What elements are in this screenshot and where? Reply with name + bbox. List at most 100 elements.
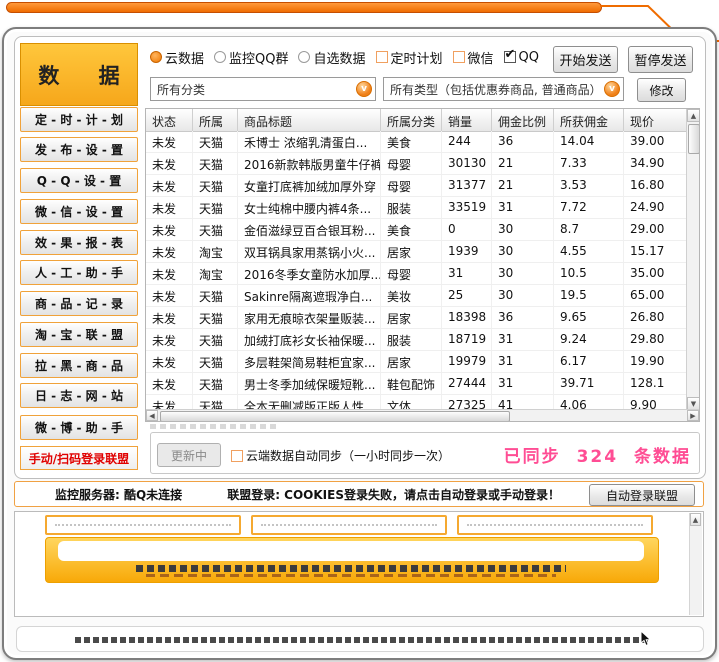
type-dropdown-value: 所有类型（包括优惠券商品, 普通商品）	[390, 82, 602, 97]
table-row[interactable]: 未发 天猫 女童打底裤加绒加厚外穿 母婴 31377 21 3.53 16.80	[146, 175, 688, 197]
table-cell: 31	[492, 329, 554, 350]
horizontal-scrollbar[interactable]: ◀ ▶	[146, 409, 699, 421]
checkbox-icon[interactable]	[452, 51, 465, 63]
table-cell: 文体	[381, 395, 442, 410]
table-row[interactable]: 未发 天猫 Sakinre隔离遮瑕净白... 美妆 25 30 19.5 65.00	[146, 285, 688, 307]
table-cell: 男士冬季加绒保暖短靴...	[238, 373, 381, 394]
table-row[interactable]: 未发 天猫 禾博士 浓缩乳清蛋白... 美食 244 36 14.04 39.00	[146, 131, 688, 153]
sidebar-item-product-record[interactable]: 商 - 品 - 记 - 录	[20, 291, 138, 316]
scroll-up-icon[interactable]: ▲	[690, 513, 701, 526]
table-cell: 30	[492, 263, 554, 284]
sidebar-item-effect-report[interactable]: 效 - 果 - 报 - 表	[20, 230, 138, 255]
column-header[interactable]: 状态	[146, 109, 193, 131]
table-cell: 天猫	[193, 329, 238, 350]
radio-label: 自选数据	[313, 51, 366, 67]
radio-monitor-qq-group[interactable]: 监控QQ群	[214, 48, 288, 67]
checkbox-label: 微信	[467, 51, 494, 67]
vertical-scrollbar[interactable]: ▲ ▼	[686, 109, 699, 410]
pause-send-button[interactable]: 暂停发送	[628, 46, 693, 73]
horizontal-scroll-thumb[interactable]	[160, 411, 510, 421]
checkbox-cloud-auto-sync[interactable]: 云端数据自动同步（一小时同步一次）	[231, 447, 450, 464]
table-cell: 29.80	[624, 329, 688, 350]
column-header[interactable]: 销量	[442, 109, 492, 131]
column-header[interactable]: 现价	[624, 109, 688, 131]
table-cell: 7.33	[554, 153, 624, 174]
title-bar[interactable]	[6, 2, 602, 13]
sidebar-item-publish-settings[interactable]: 发 - 布 - 设 - 置	[20, 137, 138, 162]
clipped-text-artifact	[150, 424, 280, 429]
table-row[interactable]: 未发 淘宝 2016冬季女童防水加厚... 母婴 31 30 10.5 35.00	[146, 263, 688, 285]
radio-custom-data[interactable]: 自选数据	[298, 48, 366, 67]
updating-button[interactable]: 更新中	[157, 443, 221, 467]
table-row[interactable]: 未发 天猫 男士冬季加绒保暖短靴... 鞋包配饰 27444 31 39.71 128.1	[146, 373, 688, 395]
table-row[interactable]: 未发 天猫 金佰滋绿豆百合银耳粉... 美食 0 30 8.7 29.00	[146, 219, 688, 241]
table-row[interactable]: 未发 天猫 多层鞋架简易鞋柜宜家... 居家 19979 31 6.17 19.90	[146, 351, 688, 373]
table-row[interactable]: 未发 天猫 全本无删减版正版人性... 文体 27325 41 4.06 9.90	[146, 395, 688, 410]
table-cell: 禾博士 浓缩乳清蛋白...	[238, 131, 381, 152]
table-cell: 31	[492, 351, 554, 372]
web-banner-card[interactable]	[457, 515, 653, 535]
checkbox-icon[interactable]	[503, 47, 516, 63]
scroll-left-icon[interactable]: ◀	[146, 410, 158, 421]
table-cell: 未发	[146, 131, 193, 152]
web-banner-card[interactable]	[251, 515, 447, 535]
table-cell: 30130	[442, 153, 492, 174]
table-cell: 未发	[146, 307, 193, 328]
table-cell: 天猫	[193, 219, 238, 240]
table-cell: 39.00	[624, 131, 688, 152]
table-row[interactable]: 未发 天猫 加绒打底衫女长袖保暖... 服装 18719 31 9.24 29.80	[146, 329, 688, 351]
sidebar-item-taobao-alliance[interactable]: 淘 - 宝 - 联 - 盟	[20, 322, 138, 347]
table-row[interactable]: 未发 天猫 女士纯棉中腰内裤4条... 服装 33519 31 7.72 24.90	[146, 197, 688, 219]
web-banner-card[interactable]	[45, 515, 241, 535]
sidebar-item-blacklist-product[interactable]: 拉 - 黑 - 商 - 品	[20, 353, 138, 378]
embedded-web-view[interactable]: ▲	[14, 511, 704, 617]
table-row[interactable]: 未发 天猫 家用无痕晾衣架量贩装... 居家 18398 36 9.65 26.80	[146, 307, 688, 329]
modify-button[interactable]: 修改	[637, 78, 686, 102]
column-header[interactable]: 商品标题	[238, 109, 381, 131]
checkbox-icon[interactable]	[375, 51, 388, 63]
monitor-server-status: 监控服务器: 酷Q未连接	[55, 487, 183, 502]
table-cell: 多层鞋架简易鞋柜宜家...	[238, 351, 381, 372]
table-row[interactable]: 未发 天猫 2016新款韩版男童牛仔裤 母婴 30130 21 7.33 34.90	[146, 153, 688, 175]
column-header[interactable]: 佣金比例	[492, 109, 554, 131]
radio-cloud-data[interactable]: 云数据	[150, 48, 204, 67]
radio-icon[interactable]	[298, 51, 311, 63]
sidebar-item-timer-plan[interactable]: 定 - 时 - 计 - 划	[20, 107, 138, 132]
table-row[interactable]: 未发 淘宝 双耳锅具家用蒸锅小火... 居家 1939 30 4.55 15.17	[146, 241, 688, 263]
table-cell: 29.00	[624, 219, 688, 240]
chevron-down-icon[interactable]: v	[604, 81, 620, 97]
radio-icon[interactable]	[214, 51, 227, 63]
sidebar-item-qq-settings[interactable]: Q - Q - 设 - 置	[20, 168, 138, 193]
start-send-button[interactable]: 开始发送	[553, 46, 618, 73]
checkbox-timer-plan[interactable]: 定时计划	[375, 48, 443, 67]
type-dropdown[interactable]: 所有类型（包括优惠券商品, 普通商品） v	[383, 77, 624, 101]
scroll-up-icon[interactable]: ▲	[687, 109, 699, 122]
table-cell: 30	[492, 285, 554, 306]
column-header[interactable]: 所获佣金	[554, 109, 624, 131]
vertical-scroll-thumb[interactable]	[688, 124, 699, 154]
category-dropdown[interactable]: 所有分类 v	[150, 77, 376, 101]
webview-scrollbar[interactable]: ▲	[689, 513, 702, 615]
column-header[interactable]: 所属分类	[381, 109, 442, 131]
scroll-right-icon[interactable]: ▶	[687, 410, 699, 421]
sidebar-item-wechat-settings[interactable]: 微 - 信 - 设 - 置	[20, 199, 138, 224]
table-cell: 3.53	[554, 175, 624, 196]
chevron-down-icon[interactable]: v	[356, 81, 372, 97]
sidebar-item-manual-assistant[interactable]: 人 - 工 - 助 - 手	[20, 260, 138, 285]
checkbox-qq[interactable]: QQ	[503, 47, 539, 65]
table-cell: 19.90	[624, 351, 688, 372]
column-header[interactable]: 所属	[193, 109, 238, 131]
table-cell: 36	[492, 131, 554, 152]
sidebar-manual-login-button[interactable]: 手动/扫码登录联盟	[20, 446, 138, 470]
table-cell: 30	[492, 241, 554, 262]
table-cell: 19.5	[554, 285, 624, 306]
radio-icon[interactable]	[150, 51, 162, 63]
table-cell: 18398	[442, 307, 492, 328]
checkbox-icon[interactable]	[231, 449, 243, 462]
table-cell: 65.00	[624, 285, 688, 306]
checkbox-wechat[interactable]: 微信	[452, 48, 494, 67]
auto-login-button[interactable]: 自动登录联盟	[589, 484, 695, 506]
sidebar-item-weibo-assistant[interactable]: 微 - 博 - 助 - 手	[20, 415, 138, 440]
web-promo-banner[interactable]	[45, 537, 659, 583]
sidebar-item-log-website[interactable]: 日 - 志 - 网 - 站	[20, 383, 138, 408]
